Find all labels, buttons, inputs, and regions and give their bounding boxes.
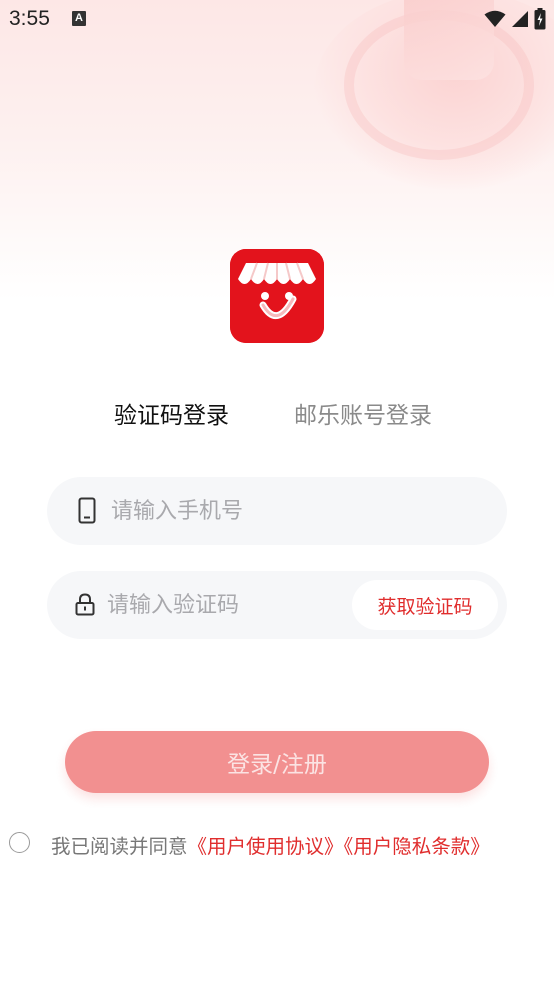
get-code-button[interactable]: 获取验证码 <box>352 580 498 630</box>
status-time: 3:55 <box>9 7 50 30</box>
agreement-checkbox[interactable] <box>9 832 30 853</box>
lock-icon <box>75 593 95 616</box>
wifi-icon <box>484 10 506 27</box>
tab-account-login[interactable]: 邮乐账号登录 <box>294 396 432 430</box>
privacy-policy-link[interactable]: 《用户隐私条款》 <box>344 835 490 858</box>
user-agreement-link[interactable]: 《用户使用协议》 <box>188 835 344 858</box>
app-logo <box>230 249 324 343</box>
notification-badge-icon: A <box>72 11 86 26</box>
phone-icon <box>78 497 96 524</box>
agreement-line: 我已阅读并同意《用户使用协议》《用户隐私条款》 <box>51 830 490 859</box>
phone-input[interactable] <box>111 491 471 531</box>
battery-charging-icon <box>534 8 546 30</box>
code-input[interactable] <box>107 585 337 625</box>
agreement-prefix: 我已阅读并同意 <box>51 835 188 858</box>
tab-sms-code-login[interactable]: 验证码登录 <box>114 396 229 430</box>
login-register-button[interactable]: 登录/注册 <box>65 731 489 793</box>
status-bar: 3:55 A <box>0 0 554 40</box>
code-field: 获取验证码 <box>47 571 507 639</box>
signal-icon <box>512 11 528 27</box>
status-icons <box>484 8 546 30</box>
login-register-label: 登录/注册 <box>227 752 327 778</box>
phone-field <box>47 477 507 545</box>
shop-awning-smile-logo <box>230 249 324 343</box>
